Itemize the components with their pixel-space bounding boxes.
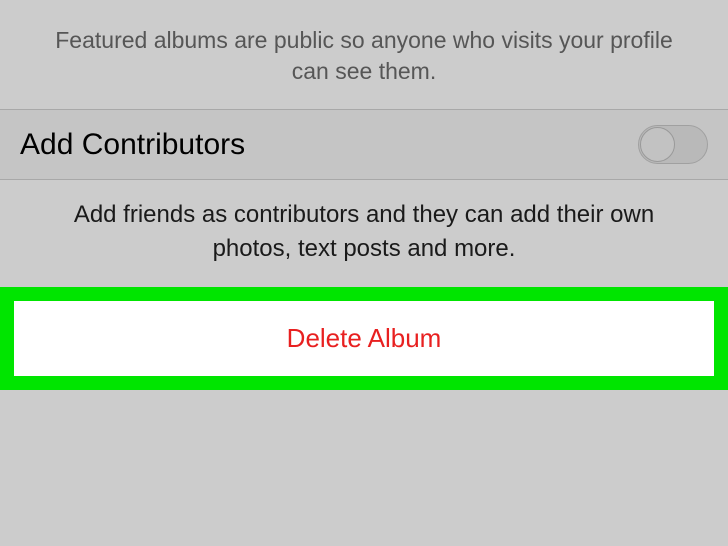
featured-albums-description: Featured albums are public so anyone who…: [0, 0, 728, 109]
add-contributors-label: Add Contributors: [20, 128, 245, 162]
add-contributors-description: Add friends as contributors and they can…: [0, 180, 728, 287]
toggle-knob: [640, 127, 675, 162]
delete-album-button[interactable]: Delete Album: [14, 301, 714, 376]
delete-album-label: Delete Album: [287, 323, 442, 353]
add-contributors-toggle[interactable]: [638, 125, 708, 164]
add-contributors-row: Add Contributors: [0, 109, 728, 180]
highlight-frame: Delete Album: [0, 287, 728, 390]
